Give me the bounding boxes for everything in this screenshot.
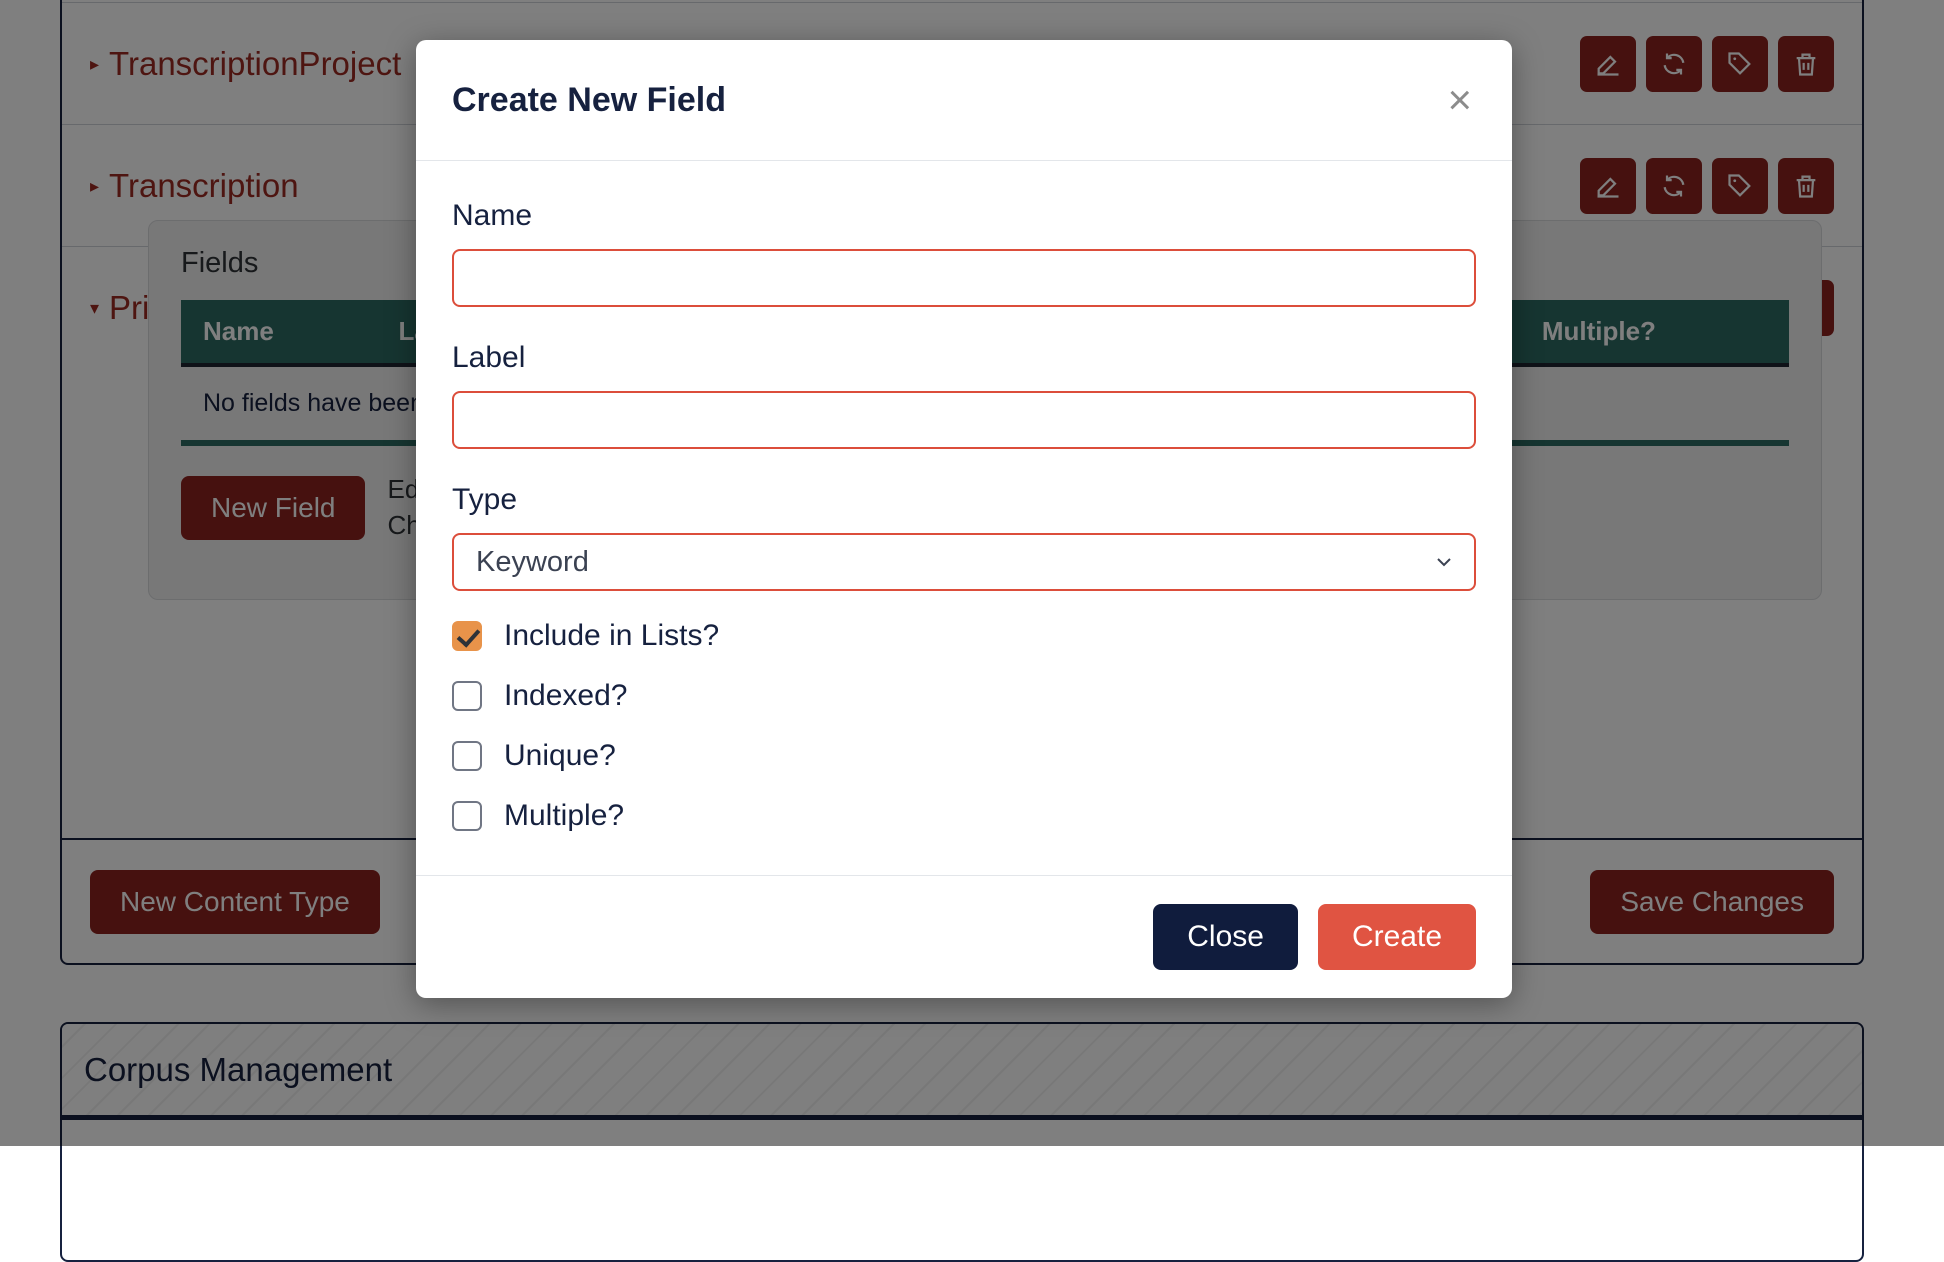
multiple-checkbox-row[interactable]: Multiple?	[452, 799, 1476, 833]
include-in-lists-checkbox-row[interactable]: Include in Lists?	[452, 619, 1476, 653]
name-input[interactable]	[452, 249, 1476, 307]
create-new-field-modal: Create New Field × Name Label Type Keywo…	[416, 40, 1512, 998]
label-input[interactable]	[452, 391, 1476, 449]
name-field-label: Name	[452, 199, 1476, 233]
unique-label: Unique?	[504, 739, 616, 773]
multiple-checkbox[interactable]	[452, 801, 482, 831]
label-field-label: Label	[452, 341, 1476, 375]
type-select-wrapper: Keyword	[452, 533, 1476, 591]
multiple-label: Multiple?	[504, 799, 624, 833]
indexed-checkbox-row[interactable]: Indexed?	[452, 679, 1476, 713]
indexed-label: Indexed?	[504, 679, 627, 713]
modal-footer: Close Create	[416, 875, 1512, 998]
include-in-lists-checkbox[interactable]	[452, 621, 482, 651]
modal-header: Create New Field ×	[416, 40, 1512, 161]
type-field-label: Type	[452, 483, 1476, 517]
close-icon[interactable]: ×	[1443, 79, 1476, 121]
unique-checkbox[interactable]	[452, 741, 482, 771]
include-in-lists-label: Include in Lists?	[504, 619, 719, 653]
close-button[interactable]: Close	[1153, 904, 1298, 970]
indexed-checkbox[interactable]	[452, 681, 482, 711]
modal-title: Create New Field	[452, 81, 726, 120]
unique-checkbox-row[interactable]: Unique?	[452, 739, 1476, 773]
type-select[interactable]: Keyword	[452, 533, 1476, 591]
modal-body: Name Label Type Keyword Include in Lists…	[416, 161, 1512, 875]
create-button[interactable]: Create	[1318, 904, 1476, 970]
